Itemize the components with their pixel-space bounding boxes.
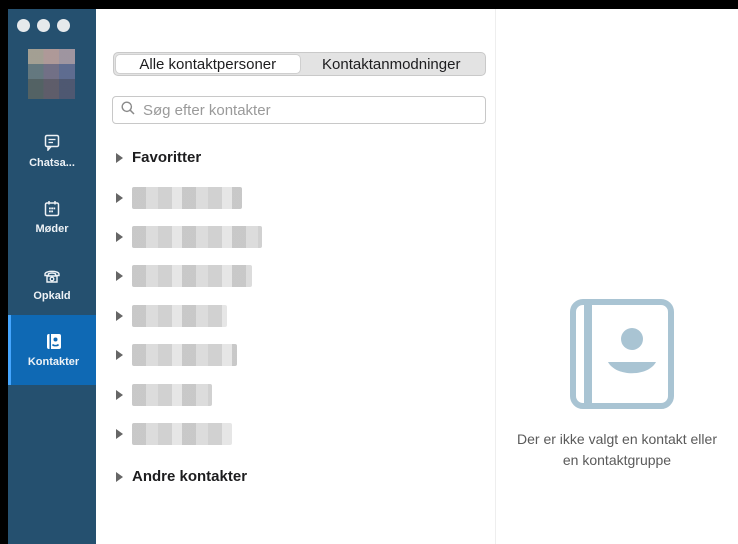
app-window: Chatsa... Møder Opkald Kontakter Alle ko… [8,9,738,544]
window-controls [17,19,70,32]
group-label: Favoritter [132,149,202,166]
contacts-book-icon [45,333,63,351]
disclosure-triangle-icon[interactable] [116,193,123,203]
redacted-group-name [132,344,237,366]
disclosure-triangle-icon[interactable] [116,311,123,321]
sidebar-item-label: Kontakter [27,355,80,368]
phone-icon [43,267,61,285]
search-icon [121,101,135,120]
group-redacted[interactable] [116,187,242,209]
sidebar-item-calls[interactable]: Opkald [8,254,96,314]
avatar[interactable] [28,49,75,99]
sidebar-item-label: Møder [35,222,69,235]
chat-icon [43,134,61,152]
redacted-group-name [132,423,232,445]
disclosure-triangle-icon[interactable] [116,271,123,281]
group-favorites[interactable]: Favoritter [116,149,201,166]
group-redacted[interactable] [116,423,232,445]
window-frame: Chatsa... Møder Opkald Kontakter Alle ko… [0,0,738,544]
sidebar-item-label: Chatsa... [29,156,75,169]
group-redacted[interactable] [116,265,252,287]
disclosure-triangle-icon[interactable] [116,350,123,360]
tab-all-contacts[interactable]: Alle kontaktpersoner [116,55,300,73]
tab-contact-requests[interactable]: Kontaktanmodninger [300,55,484,73]
close-window-button[interactable] [17,19,30,32]
contacts-tab-switcher: Alle kontaktpersoner Kontaktanmodninger [113,52,486,76]
sidebar: Chatsa... Møder Opkald Kontakter [8,9,96,544]
calendar-icon [43,200,61,218]
contacts-pane: Alle kontaktpersoner Kontaktanmodninger … [96,9,496,544]
minimize-window-button[interactable] [37,19,50,32]
redacted-group-name [132,305,227,327]
contacts-book-icon [570,299,674,414]
zoom-window-button[interactable] [57,19,70,32]
redacted-group-name [132,187,242,209]
sidebar-item-meetings[interactable]: Møder [8,187,96,247]
search-input[interactable] [141,100,465,120]
redacted-group-name [132,384,212,406]
disclosure-triangle-icon[interactable] [116,152,123,163]
disclosure-triangle-icon[interactable] [116,429,123,439]
redacted-group-name [132,265,252,287]
group-redacted[interactable] [116,344,237,366]
disclosure-triangle-icon[interactable] [116,390,123,400]
contact-detail-pane: Der er ikke valgt en kontakt eller en ko… [496,9,738,544]
empty-state-message: Der er ikke valgt en kontakt eller en ko… [517,431,717,468]
group-redacted[interactable] [116,226,262,248]
disclosure-triangle-icon[interactable] [116,471,123,482]
sidebar-item-contacts[interactable]: Kontakter [8,315,96,385]
group-redacted[interactable] [116,305,227,327]
group-other-contacts[interactable]: Andre kontakter [116,468,247,485]
group-redacted[interactable] [116,384,212,406]
search-box[interactable] [112,96,486,124]
sidebar-item-label: Opkald [33,289,71,302]
redacted-group-name [132,226,262,248]
group-label: Andre kontakter [132,468,248,485]
sidebar-item-chat[interactable]: Chatsa... [8,121,96,181]
disclosure-triangle-icon[interactable] [116,232,123,242]
